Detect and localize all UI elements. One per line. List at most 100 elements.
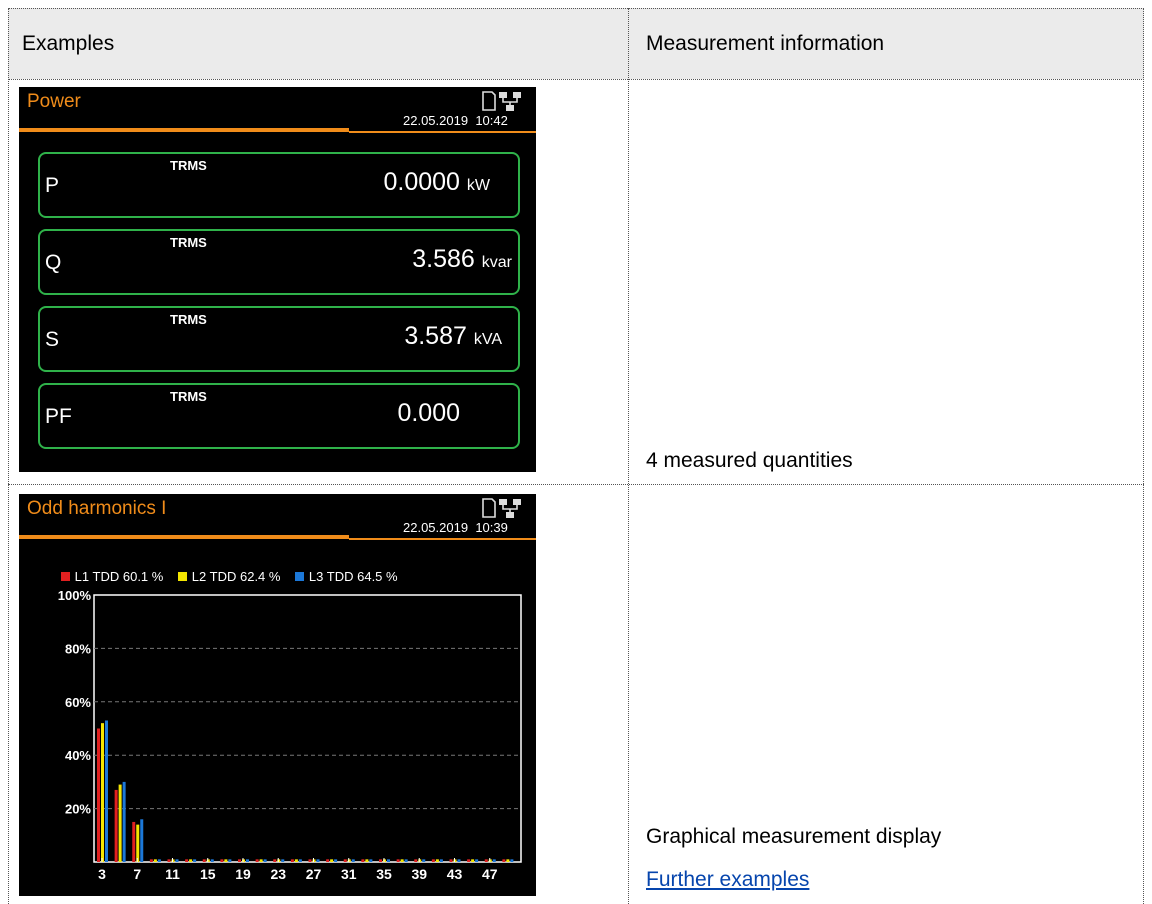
bar-l1-h17 [220,859,224,862]
bar-l1-h27 [308,859,312,862]
bar-l1-h33 [361,859,365,862]
bar-l3-h27 [316,859,320,862]
quantity-label: S [45,328,60,351]
bar-l1-h49 [502,859,506,862]
y-tick-label: 80% [65,641,91,656]
title-underline [19,128,349,132]
bar-l1-h47 [484,859,488,862]
bar-l2-h9 [153,859,157,862]
quantity-label: P [45,174,60,197]
x-tick-label: 23 [270,866,286,882]
measurement-box-s: S TRMS 3.587 kVA [38,306,520,372]
bar-l2-h17 [224,859,228,862]
screen-date: 22.05.2019 10:42 [403,113,508,128]
harmonics-chart: 100% 80% 60% 40% 20% 3 7 11 15 19 23 27 31 35 39 43 47 [58,588,522,882]
bar-l3-h21 [263,859,267,862]
x-tick-label: 39 [411,866,427,882]
bar-l3-h17 [228,859,232,862]
table-row-divider [8,484,1144,485]
bar-l1-h43 [449,859,453,862]
y-tick-label: 60% [65,695,91,710]
x-tick-label: 3 [98,866,106,882]
bar-l3-h13 [193,859,197,862]
bar-l1-h3 [97,728,100,862]
bar-l3-h19 [246,859,249,862]
x-tick-label: 47 [482,866,498,882]
quantity-label: Q [45,251,62,274]
column-header-measurement-information: Measurement information [646,32,885,55]
x-tick-label: 31 [341,866,357,882]
table-border-left [8,8,9,904]
bar-l3-h9 [157,859,161,862]
bar-l2-h49 [506,859,510,862]
quantity-value: 0.0000 kW [383,168,490,196]
bar-l3-h3 [105,720,108,862]
x-tick-label: 15 [200,866,216,882]
mode-label: TRMS [170,312,207,327]
bar-l1-h9 [149,859,153,862]
bar-l1-h29 [326,859,330,862]
x-tick-label: 43 [447,866,463,882]
table-header-divider [8,79,1144,80]
measurement-box-pf: PF TRMS 0.000 [38,383,520,449]
device-screen-power: Power 22.05.2019 10:42 P TRMS 0.0000 kW … [19,87,536,472]
bar-l3-h7 [140,819,144,862]
x-tick-label: 19 [235,866,251,882]
bar-l1-h21 [255,859,259,862]
mode-label: TRMS [170,235,207,250]
title-underline-right [349,131,536,133]
table-header-row: Examples Measurement information [8,8,1144,79]
bar-l2-h3 [101,723,104,862]
x-tick-label: 11 [165,866,180,882]
bar-l1-h41 [431,859,435,862]
bar-l1-h45 [467,859,471,862]
x-tick-label: 27 [306,866,322,882]
bar-l3-h5 [122,781,126,862]
bar-l1-h13 [185,859,189,862]
bar-l3-h37 [404,859,408,862]
bar-l1-h35 [379,859,382,862]
bar-l2-h33 [365,859,369,862]
x-tick-label: 35 [376,866,392,882]
bar-l1-h15 [202,859,206,862]
column-header-examples: Examples [22,32,115,55]
further-examples-link[interactable]: Further examples [646,868,809,892]
table-border-right [1143,8,1144,904]
quantity-value: 0.000 [397,399,460,427]
bar-l3-h39 [422,859,426,862]
document-table: Examples Measurement information Power 2… [8,8,1144,904]
bar-l3-h31 [351,859,355,862]
bar-l3-h35 [387,859,390,862]
bar-l1-h37 [396,859,400,862]
bar-l3-h15 [210,859,214,862]
y-tick-label: 20% [65,802,91,817]
bar-l3-h29 [334,859,338,862]
table-border-top [8,8,1144,9]
y-tick-label: 100% [58,588,92,603]
bar-l2-h25 [294,859,298,862]
bar-l1-h39 [414,859,418,862]
bar-l2-h21 [259,859,263,862]
bar-l1-h25 [290,859,294,862]
bar-l3-h43 [457,859,461,862]
bar-l3-h41 [439,859,443,862]
bar-l2-h29 [330,859,334,862]
bar-l2-h7 [136,824,140,862]
measurement-box-p: P TRMS 0.0000 kW [38,152,520,218]
bar-l2-h45 [471,859,475,862]
mode-label: TRMS [170,389,207,404]
bar-l2-h13 [189,859,193,862]
sd-card-network-icon [482,91,521,111]
bar-l3-h25 [298,859,302,862]
info-measured-quantities: 4 measured quantities [646,449,853,472]
quantity-value: 3.586 kvar [412,245,512,273]
device-screen-harmonics: Odd harmonics I 22.05.2019 10:39 L1 TDD … [19,494,536,896]
bar-l1-h19 [238,859,241,862]
bar-l3-h11 [175,859,179,862]
mode-label: TRMS [170,158,207,173]
quantity-label: PF [45,405,72,428]
x-tick-label: 7 [133,866,141,882]
bar-l2-h5 [118,784,122,862]
bar-l1-h11 [167,859,171,862]
bar-l1-h31 [343,859,347,862]
